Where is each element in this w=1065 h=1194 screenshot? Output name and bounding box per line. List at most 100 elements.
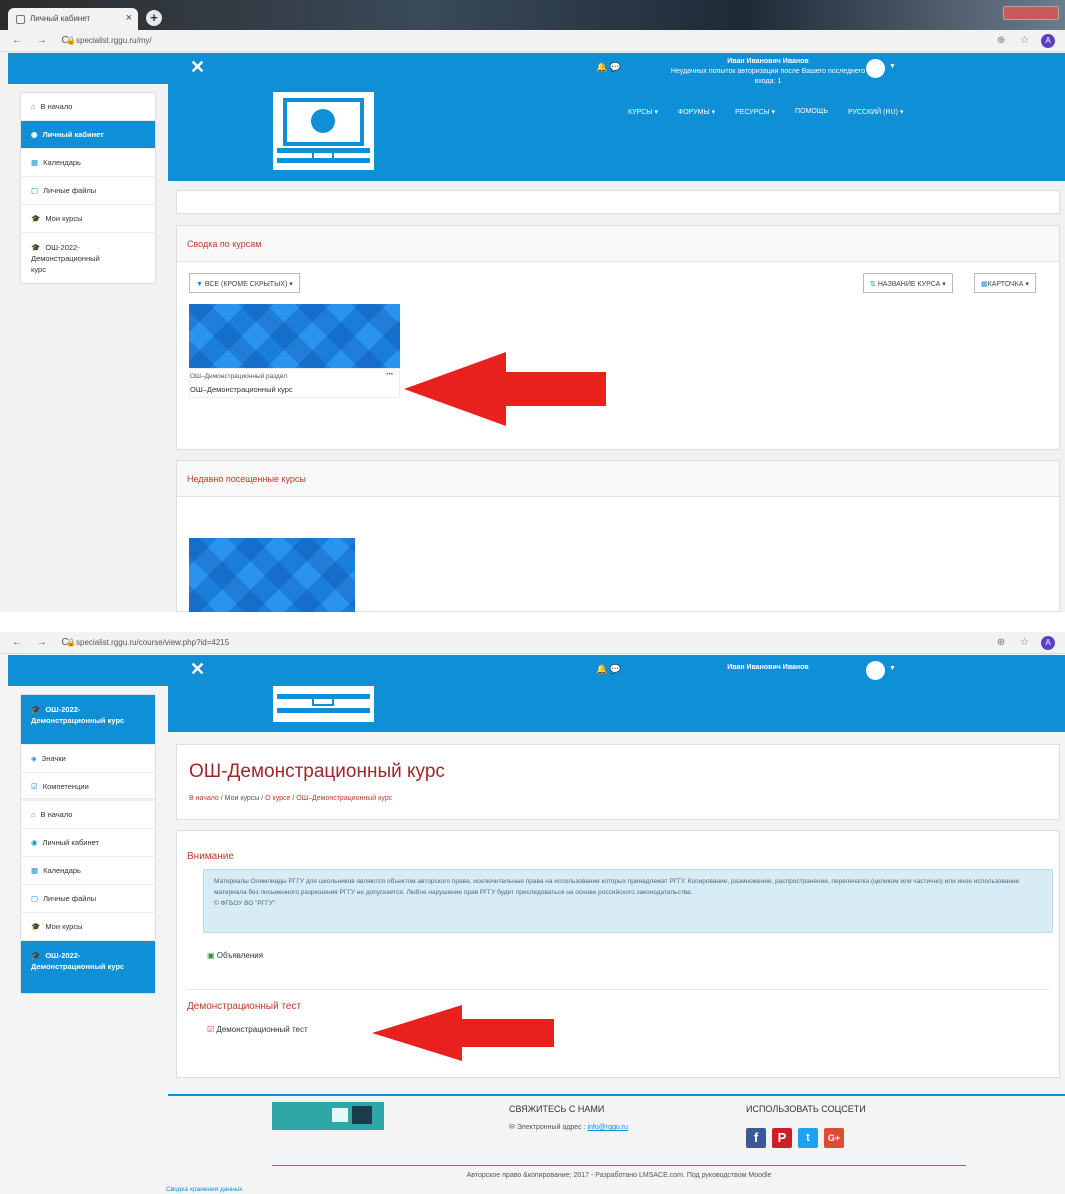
view-dropdown[interactable]: ▦КАРТОЧКА ▾ [974,273,1036,293]
twitter-icon[interactable]: t [798,1128,818,1148]
menu-courses[interactable]: КУРСЫ ▾ [628,108,658,116]
email-label: Электронный адрес : [516,1124,586,1131]
section-title-test: Демонстрационный тест [187,1001,302,1012]
menu-resources[interactable]: РЕСУРСЫ ▾ [735,108,775,116]
sidebar-item-badges[interactable]: ◈ Значки [21,745,155,773]
url-text[interactable]: specialist.rggu.ru/course/view.php?id=42… [76,638,229,647]
window-controls[interactable] [1003,6,1059,20]
course-card[interactable]: ОШ–Демонстрационный раздел ••• ОШ–Демонс… [189,368,400,398]
sidebar-item-label: ОШ-2022-Демонстрационный курс [31,951,125,971]
avatar[interactable] [866,661,885,680]
empty-block [176,190,1060,214]
sidebar-item-my-courses[interactable]: 🎓 Мои курсы [21,205,155,233]
notifications-icon[interactable]: 🔔 💬 [596,664,621,675]
sidebar-item-competencies[interactable]: ☑ Компетенции [21,773,155,801]
sidebar-item-calendar[interactable]: ▦ Календарь [21,149,155,177]
course-content: Внимание Материалы Олимпиады РГГУ для шк… [176,830,1060,1078]
breadcrumb-course[interactable]: ОШ–Демонстрационный курс [296,795,392,802]
sidebar-item-home[interactable]: ⌂ В начало [21,93,155,121]
block-header: Сводка по курсам [177,226,1059,262]
sidebar-item-dashboard[interactable]: ◉ Личный кабинет [21,829,155,857]
menu-help[interactable]: ПОМОЩЬ [795,108,828,116]
filter-dropdown[interactable]: ▼ ВСЕ (КРОМЕ СКРЫТЫХ) ▾ [189,273,300,293]
browser-tab[interactable]: Личный кабинет × [8,8,138,30]
breadcrumb-home[interactable]: В начало [189,795,219,802]
announcements-link[interactable]: ▣ Объявления [207,951,263,960]
profile-icon[interactable]: A [1041,636,1055,650]
top-navbar: ✕ 🔔 💬 Иван Иванович Иванов ▼ [8,655,1065,686]
sidebar-item-label: Личные файлы [43,894,97,903]
sidebar-item-label: Календарь [43,866,81,875]
sidebar-item-course[interactable]: 🎓 ОШ-2022-Демонстрационный курс [21,695,155,745]
facebook-icon[interactable]: f [746,1128,766,1148]
notifications-icon[interactable]: 🔔 💬 [596,62,621,73]
quiz-link[interactable]: ☑ Демонстрационный тест [207,1025,308,1034]
tab-favicon [16,15,25,24]
url-text[interactable]: specialist.rggu.ru/my/ [76,36,152,45]
email-link[interactable]: info@rggu.ru [587,1124,628,1131]
filter-icon: ▼ [196,281,203,288]
file-icon: ▢ [31,894,39,903]
google-plus-icon[interactable]: G+ [824,1128,844,1148]
chevron-down-icon[interactable]: ▼ [889,665,896,672]
breadcrumb-my-courses[interactable]: Мои курсы [225,795,260,802]
nav-drawer: ⌂ В начало ◉ Личный кабинет ▦ Календарь ▢ Ли… [20,92,156,284]
footer-logo-icon [332,1106,372,1124]
sidebar-item-files[interactable]: ▢ Личные файлы [21,885,155,913]
main-menu: КУРСЫ ▾ ФОРУМЫ ▾ РЕСУРСЫ ▾ ПОМОЩЬ РУССКИ… [628,108,903,116]
recent-course-image[interactable] [189,538,355,612]
laptop-logo-icon [273,686,374,722]
star-icon[interactable]: ⊕ ☆ [997,35,1035,46]
sort-dropdown[interactable]: ⇅ НАЗВАНИЕ КУРСА ▾ [863,273,953,293]
sidebar-item-label: Компетенции [42,782,89,791]
course-category: ОШ–Демонстрационный раздел [190,373,288,380]
badge-icon: ◈ [31,754,37,763]
course-name[interactable]: ОШ–Демонстрационный курс [190,385,293,394]
address-bar[interactable]: ← → C 🔒 specialist.rggu.ru/my/ ⊕ ☆ A [0,30,1065,52]
close-drawer-icon[interactable]: ✕ [190,57,205,78]
new-tab-icon[interactable]: + [146,10,162,26]
block-header: Недавно посещенные курсы [177,461,1059,497]
sidebar-item-my-courses[interactable]: 🎓 Мои курсы [21,913,155,941]
forum-icon: ▣ [207,951,215,960]
quiz-icon: ☑ [207,1025,215,1034]
page-title: ОШ-Демонстрационный курс [189,761,445,782]
user-menu[interactable]: Иван Иванович Иванов Неудачных попыток а… [668,57,868,87]
star-icon[interactable]: ⊕ ☆ [997,637,1035,648]
block-title: Сводка по курсам [187,239,262,249]
sidebar-item-label: Личный кабинет [42,838,99,847]
pinterest-icon[interactable]: P [772,1128,792,1148]
graduation-cap-icon: 🎓 [31,922,41,931]
chevron-down-icon[interactable]: ▼ [889,63,896,70]
close-drawer-icon[interactable]: ✕ [190,659,205,680]
data-retention-link[interactable]: Сводка хранения данных [166,1186,243,1193]
breadcrumb: В начало / Мои курсы / О курсе / ОШ–Демо… [189,795,393,802]
home-icon: ⌂ [31,102,36,111]
section-title-attention: Внимание [187,851,234,862]
address-bar[interactable]: ← → C 🔒 specialist.rggu.ru/course/view.p… [0,632,1065,654]
home-icon: ⌂ [31,810,36,819]
sidebar-item-course-active[interactable]: 🎓 ОШ-2022-Демонстрационный курс [21,941,155,993]
grid-icon: ▦ [981,281,988,288]
sidebar-item-home[interactable]: ⌂ В начало [21,801,155,829]
sidebar-item-calendar[interactable]: ▦ Календарь [21,857,155,885]
more-icon[interactable]: ••• [386,371,393,378]
menu-language[interactable]: РУССКИЙ (RU) ▾ [848,108,903,116]
file-icon: ▢ [31,186,39,195]
profile-icon[interactable]: A [1041,34,1055,48]
site-logo[interactable] [273,92,374,170]
dashboard-icon: ◉ [31,130,38,139]
course-overview-block: Сводка по курсам ▼ ВСЕ (КРОМЕ СКРЫТЫХ) ▾… [176,225,1060,450]
sidebar-item-course[interactable]: 🎓 ОШ-2022-Демонстрационный курс [21,233,155,283]
tab-close-icon[interactable]: × [126,12,132,24]
course-card-image[interactable] [189,304,400,368]
sidebar-item-files[interactable]: ▢ Личные файлы [21,177,155,205]
sidebar-item-label: ОШ-2022-Демонстрационный курс [31,243,100,274]
user-menu[interactable]: Иван Иванович Иванов [668,663,868,673]
menu-forums[interactable]: ФОРУМЫ ▾ [678,108,715,116]
sidebar-item-dashboard[interactable]: ◉ Личный кабинет [21,121,155,149]
user-name: Иван Иванович Иванов [727,664,809,671]
browser-tabstrip: Личный кабинет × + [0,0,1065,30]
avatar[interactable] [866,59,885,78]
breadcrumb-about[interactable]: О курсе [265,795,290,802]
